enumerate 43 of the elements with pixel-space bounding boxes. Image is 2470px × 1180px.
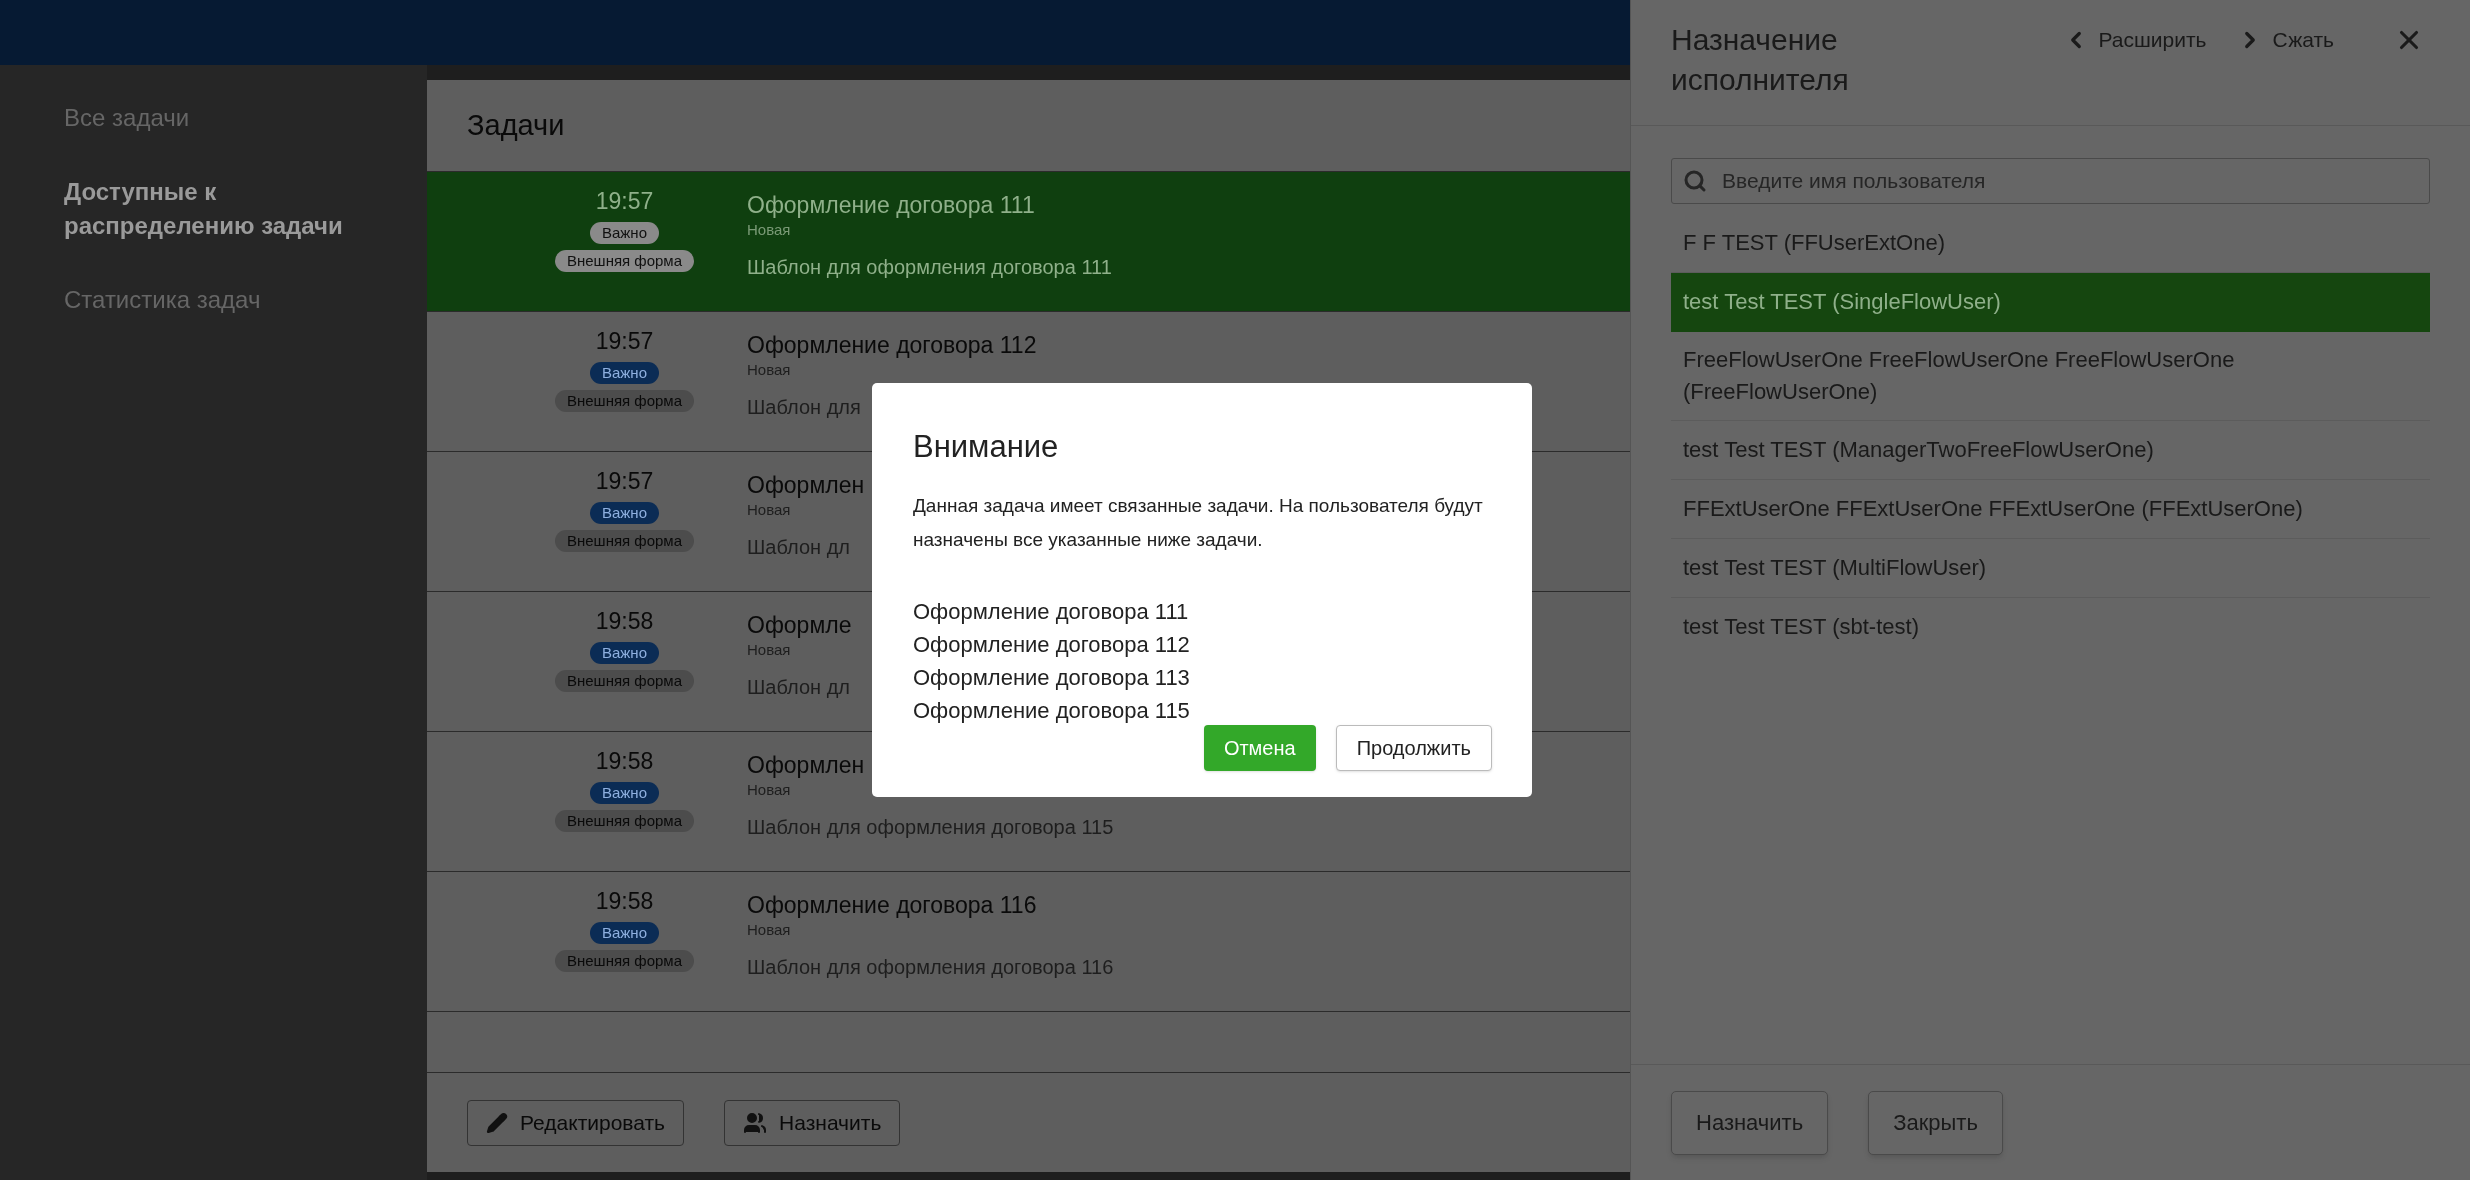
- form-badge: Внешняя форма: [554, 530, 694, 552]
- form-badge: Внешняя форма: [554, 390, 694, 412]
- task-template: Шаблон для оформления договора 115: [747, 815, 1114, 840]
- priority-badge: Важно: [590, 922, 659, 944]
- linked-task: Оформление договора 112: [913, 631, 1191, 659]
- priority-badge: Важно: [590, 642, 659, 664]
- task-time: 19:58: [595, 607, 654, 636]
- task-status: Новая: [747, 220, 791, 240]
- task-title: Оформление договора 116: [747, 891, 1037, 920]
- task-title: Оформлен: [747, 751, 865, 780]
- task-template: Шаблон для оформления договора 111: [747, 255, 1112, 280]
- task-time: 19:58: [595, 887, 654, 916]
- priority-badge: Важно: [590, 362, 659, 384]
- priority-badge: Важно: [590, 782, 659, 804]
- task-status: Новая: [747, 780, 791, 800]
- task-time: 19:57: [595, 467, 654, 496]
- task-status: Новая: [747, 500, 791, 520]
- panel-title: Задачи: [467, 107, 565, 143]
- linked-task: Оформление договора 111: [913, 598, 1190, 626]
- dialog-message: Данная задача имеет связанные задачи. На пользователя будут назначены все указанные ниже задачи.: [913, 494, 1484, 552]
- task-template: Шаблон для: [747, 395, 861, 420]
- task-template: Шаблон для оформления договора 116: [747, 955, 1114, 980]
- form-badge: Внешняя форма: [554, 670, 694, 692]
- priority-badge: Важно: [590, 502, 659, 524]
- form-badge: Внешняя форма: [554, 950, 694, 972]
- task-title: Оформление договора 112: [747, 331, 1037, 360]
- task-template: Шаблон дл: [747, 675, 850, 700]
- linked-task: Оформление договора 115: [913, 697, 1191, 725]
- task-title: Оформлен: [747, 471, 865, 500]
- priority-badge: Важно: [590, 222, 659, 244]
- task-time: 19:57: [595, 327, 654, 356]
- task-time: 19:57: [595, 187, 654, 216]
- panel-title: Назначение исполнителя: [1671, 22, 1850, 98]
- form-badge: Внешняя форма: [554, 250, 694, 272]
- task-title: Оформле: [747, 611, 852, 640]
- task-status: Новая: [747, 640, 791, 660]
- task-template: Шаблон дл: [747, 535, 850, 560]
- linked-task: Оформление договора 113: [913, 664, 1191, 692]
- task-title: Оформление договора 111: [747, 191, 1035, 220]
- form-badge: Внешняя форма: [554, 810, 694, 832]
- task-status: Новая: [747, 920, 791, 940]
- task-status: Новая: [747, 360, 791, 380]
- task-time: 19:58: [595, 747, 654, 776]
